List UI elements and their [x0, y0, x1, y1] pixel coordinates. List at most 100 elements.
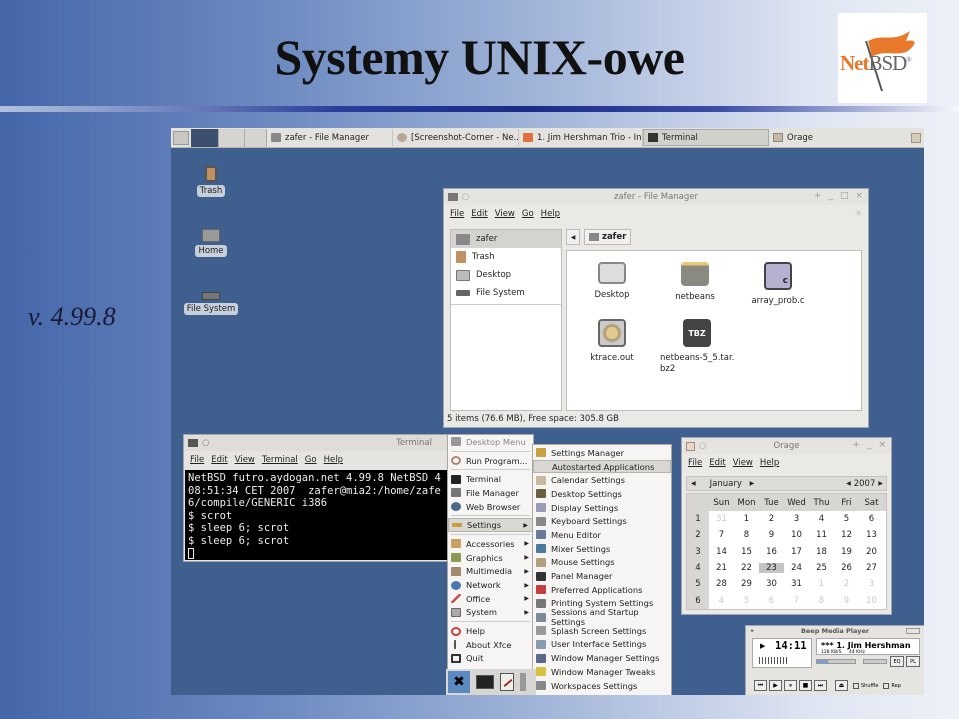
calendar-day[interactable]: 7: [709, 530, 734, 540]
shade-icon[interactable]: ○: [699, 441, 706, 451]
menu-edit[interactable]: Edit: [211, 455, 227, 465]
shade-icon[interactable]: ○: [462, 192, 469, 202]
menu-item-accessories[interactable]: Accessories ▶: [448, 537, 533, 551]
file-item[interactable]: c array_prob.c: [738, 262, 818, 307]
menu-item-network[interactable]: Network ▶: [448, 578, 533, 592]
calendar-day[interactable]: 24: [784, 563, 809, 573]
shortcut-desktop[interactable]: Desktop: [451, 266, 561, 284]
prev-month-arrow-icon[interactable]: ◀: [691, 480, 696, 487]
minimize-icon[interactable]: _: [828, 191, 833, 201]
menu-item-system[interactable]: System ▶: [448, 606, 533, 620]
settings-item-mouse-settings[interactable]: Mouse Settings: [533, 556, 671, 570]
eject-icon[interactable]: ⏏: [835, 680, 848, 691]
launcher-icon[interactable]: [520, 673, 526, 691]
calendar-day[interactable]: 1: [809, 579, 834, 589]
calendar-day[interactable]: 13: [859, 530, 884, 540]
calendar-day[interactable]: 30: [759, 579, 784, 589]
close-icon[interactable]: ×: [878, 440, 886, 450]
calendar-day[interactable]: 31: [709, 514, 734, 524]
menu-view[interactable]: View: [235, 455, 255, 465]
calendar-day[interactable]: 20: [859, 547, 884, 557]
settings-item-workspaces-settings[interactable]: Workspaces Settings: [533, 679, 671, 693]
workspace-1[interactable]: [191, 128, 219, 147]
menu-item-run-program[interactable]: Run Program...: [448, 454, 533, 468]
task-file-manager[interactable]: zafer - File Manager: [267, 129, 393, 146]
menu-go[interactable]: Go: [305, 455, 317, 465]
desktop-icon-home[interactable]: Home: [189, 229, 233, 257]
settings-item-sessions-and-startup-settings[interactable]: Sessions and Startup Settings: [533, 607, 671, 627]
menu-file[interactable]: File: [688, 458, 702, 468]
menu-terminal[interactable]: Terminal: [262, 455, 298, 465]
menu-help[interactable]: Help: [760, 458, 779, 468]
next-year-arrow-icon[interactable]: ▶: [878, 480, 883, 487]
terminal-launcher-icon[interactable]: [476, 675, 494, 689]
menu-item-about-xfce[interactable]: About Xfce: [448, 638, 533, 652]
menu-help[interactable]: Help: [541, 209, 560, 219]
calendar-day[interactable]: 19: [834, 547, 859, 557]
calendar-day[interactable]: 6: [859, 514, 884, 524]
calendar-day[interactable]: 17: [784, 547, 809, 557]
stick-icon[interactable]: +: [852, 440, 860, 450]
player-titlebar[interactable]: • Beep Media Player: [746, 626, 924, 636]
terminal-output[interactable]: NetBSD futro.aydogan.net 4.99.8 NetBSD 4…: [185, 470, 449, 560]
settings-item-desktop-settings[interactable]: Desktop Settings: [533, 487, 671, 501]
menu-item-web-browser[interactable]: Web Browser: [448, 500, 533, 514]
shortcut-zafer[interactable]: zafer: [451, 230, 561, 248]
orage-titlebar[interactable]: ○ Orage + _ ×: [682, 438, 891, 454]
menu-item-office[interactable]: Office ▶: [448, 592, 533, 606]
menu-item-help[interactable]: Help: [448, 624, 533, 638]
calendar-day[interactable]: 21: [709, 563, 734, 573]
calendar-day[interactable]: 28: [709, 579, 734, 589]
settings-item-splash-screen-settings[interactable]: Splash Screen Settings: [533, 624, 671, 638]
terminal-titlebar[interactable]: ○ Terminal: [184, 435, 450, 451]
settings-item-menu-editor[interactable]: Menu Editor: [533, 528, 671, 542]
xfce-mouse-icon[interactable]: ✖: [448, 671, 470, 693]
equalizer-toggle[interactable]: EQ: [890, 656, 904, 667]
file-manager-titlebar[interactable]: ○ zafer - File Manager + _ □ ×: [444, 189, 868, 205]
calendar-day[interactable]: 11: [809, 530, 834, 540]
close-icon[interactable]: ×: [855, 191, 863, 201]
next-month-arrow-icon[interactable]: ▶: [750, 480, 755, 487]
calendar-day[interactable]: 8: [734, 530, 759, 540]
show-desktop-button[interactable]: [173, 130, 189, 145]
calendar-day[interactable]: 3: [859, 579, 884, 589]
calendar-day[interactable]: 16: [759, 547, 784, 557]
menu-go[interactable]: Go: [522, 209, 534, 219]
calendar-day[interactable]: 2: [834, 579, 859, 589]
shortcut-trash[interactable]: Trash: [451, 248, 561, 266]
calendar-day[interactable]: 9: [759, 530, 784, 540]
calendar-day[interactable]: 3: [784, 514, 809, 524]
shade-icon[interactable]: ○: [202, 438, 209, 448]
year-label[interactable]: 2007: [854, 479, 876, 489]
workspace-3[interactable]: [245, 128, 267, 147]
menu-edit[interactable]: Edit: [709, 458, 725, 468]
minimize-icon[interactable]: _: [867, 440, 872, 450]
settings-item-calendar-settings[interactable]: Calendar Settings: [533, 473, 671, 487]
calendar-day[interactable]: 4: [709, 596, 734, 606]
calendar-day[interactable]: 7: [784, 596, 809, 606]
menu-item-terminal[interactable]: Terminal: [448, 472, 533, 486]
calendar-day[interactable]: 22: [734, 563, 759, 573]
file-item[interactable]: TBZ netbeans-5_5.tar.bz2: [655, 319, 739, 375]
calendar-day[interactable]: 10: [784, 530, 809, 540]
menu-item-settings[interactable]: Settings ▶: [448, 518, 533, 533]
playlist-toggle[interactable]: PL: [906, 656, 920, 667]
menu-item-quit[interactable]: Quit: [448, 652, 533, 666]
stick-icon[interactable]: +: [814, 191, 822, 201]
calendar-day[interactable]: 4: [809, 514, 834, 524]
settings-item-user-interface-settings[interactable]: User Interface Settings: [533, 638, 671, 652]
calendar-day[interactable]: 26: [834, 563, 859, 573]
file-item[interactable]: Desktop: [572, 262, 652, 301]
file-item[interactable]: netbeans: [655, 262, 735, 303]
desktop-icon-trash[interactable]: Trash: [189, 166, 233, 197]
shuffle-checkbox[interactable]: [853, 682, 859, 689]
next-track-icon[interactable]: ⏭: [814, 680, 827, 691]
calendar-day[interactable]: 1: [734, 514, 759, 524]
calendar-day[interactable]: 6: [759, 596, 784, 606]
menu-edit[interactable]: Edit: [471, 209, 487, 219]
task-media-player[interactable]: 1. Jim Hershman Trio - In ...: [519, 129, 643, 146]
menu-help[interactable]: Help: [324, 455, 343, 465]
calendar-day[interactable]: 5: [734, 596, 759, 606]
settings-item-keyboard-settings[interactable]: Keyboard Settings: [533, 514, 671, 528]
calendar-icon[interactable]: [686, 441, 695, 451]
